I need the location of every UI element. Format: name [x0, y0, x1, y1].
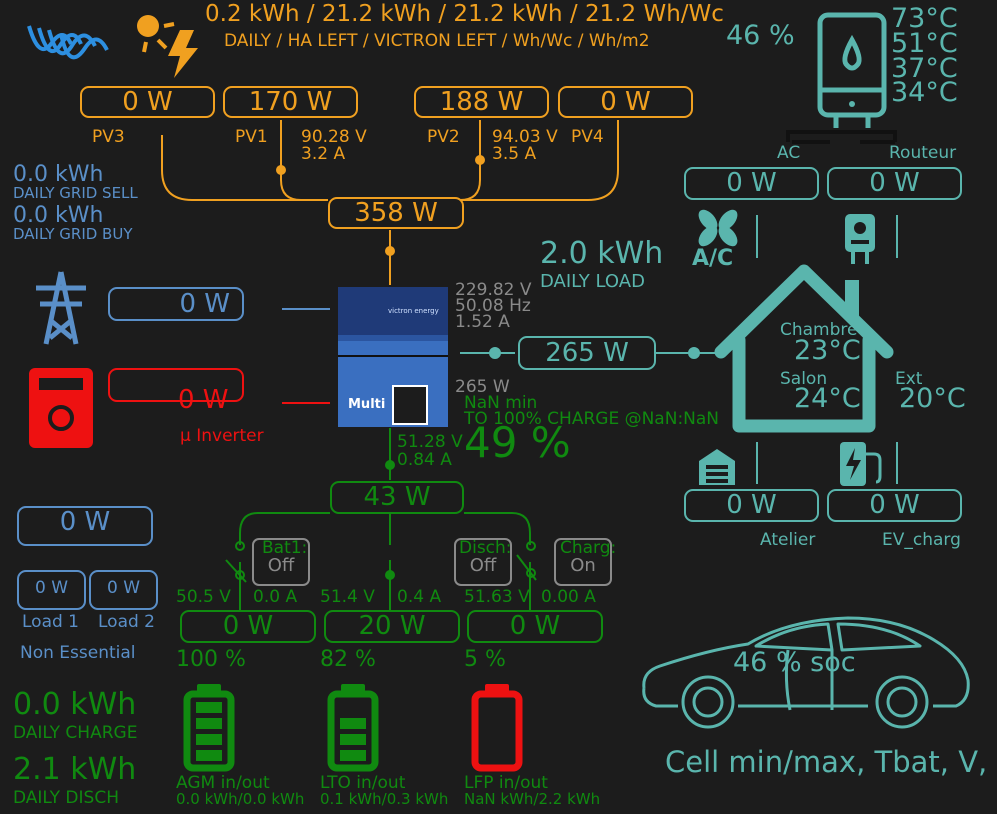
- micro-inverter-label: µ Inverter: [180, 426, 264, 446]
- multi-device-label: Multi: [348, 397, 386, 412]
- lfp-voltage: 51.63 V: [464, 587, 530, 607]
- routeur-power-box[interactable]: 0 W: [827, 167, 962, 200]
- multi-inverter-image[interactable]: victron energy Multi: [338, 287, 448, 427]
- daily-disch-label: DAILY DISCH: [13, 788, 119, 808]
- micro-inverter-icon: [29, 368, 93, 452]
- car-soc: 46 % soc: [733, 647, 856, 678]
- pv3-label: PV3: [92, 127, 125, 147]
- agm-soc: 100 %: [176, 647, 246, 672]
- disch-switch-button[interactable]: Off: [454, 538, 512, 586]
- lfp-energy: NaN kWh/2.2 kWh: [464, 790, 601, 808]
- charg-switch-button[interactable]: On: [554, 538, 612, 586]
- lto-battery-icon: [327, 684, 379, 776]
- lfp-power-box[interactable]: 0 W: [467, 610, 603, 643]
- lfp-soc: 5 %: [464, 647, 506, 672]
- pv2-current: 3.5 A: [492, 144, 537, 164]
- pv4-label: PV4: [571, 127, 604, 147]
- victron-logo: [25, 16, 111, 76]
- atelier-label: Atelier: [760, 530, 816, 550]
- atelier-power-box[interactable]: 0 W: [684, 489, 819, 522]
- grid-buy-label: DAILY GRID BUY: [13, 225, 133, 243]
- victron-logo-icon: [27, 25, 109, 60]
- victron-brand-label: victron energy: [388, 307, 439, 315]
- grid-sell-label: DAILY GRID SELL: [13, 184, 138, 202]
- load-power-box[interactable]: 265 W: [518, 336, 656, 370]
- inverter-ac-current: 1.52 A: [455, 312, 510, 332]
- ev-label: EV_charg: [882, 530, 961, 550]
- non-essential-label: Non Essential: [20, 643, 136, 663]
- pv2-power-box[interactable]: 188 W: [414, 86, 549, 118]
- grid-power-box[interactable]: 0 W: [108, 287, 244, 321]
- lto-energy: 0.1 kWh/0.3 kWh: [320, 790, 449, 808]
- power-pylon-icon: [32, 268, 90, 352]
- pv3-power-box[interactable]: 0 W: [80, 86, 215, 118]
- chambre-temp: 23°C: [794, 335, 861, 366]
- garage-icon: [697, 447, 737, 491]
- agm-energy: 0.0 kWh/0.0 kWh: [176, 790, 305, 808]
- agm-current: 0.0 A: [253, 587, 298, 607]
- load2-power-box[interactable]: 0 W: [89, 570, 158, 610]
- pv1-current: 3.2 A: [301, 144, 346, 164]
- pv1-power-box[interactable]: 170 W: [223, 86, 358, 118]
- water-heater-percent: 46 %: [726, 20, 795, 51]
- inverter-dc-voltage: 51.28 V: [397, 432, 463, 452]
- daily-load-value: 2.0 kWh: [540, 236, 664, 271]
- salon-temp: 24°C: [794, 383, 861, 414]
- load1-power-box[interactable]: 0 W: [17, 570, 86, 610]
- lto-voltage: 51.4 V: [320, 587, 375, 607]
- ev-power-box[interactable]: 0 W: [827, 489, 962, 522]
- lto-power-box[interactable]: 20 W: [324, 610, 460, 643]
- ac-power-box[interactable]: 0 W: [684, 167, 819, 200]
- water-temp-4: 34°C: [891, 77, 958, 108]
- daily-disch-value: 2.1 kWh: [13, 752, 137, 787]
- ac-label: AC: [777, 143, 801, 163]
- micro-inverter-power: 0 W: [178, 385, 229, 415]
- load2-label: Load 2: [98, 612, 156, 632]
- ev-charger-icon: [838, 440, 886, 492]
- battery-soc: 49 %: [464, 418, 571, 467]
- inverter-dc-current: 0.84 A: [397, 450, 452, 470]
- solar-summary-legend: DAILY / HA LEFT / VICTRON LEFT / Wh/Wc /…: [224, 31, 650, 51]
- water-heater-icon: [816, 12, 888, 134]
- daily-charge-value: 0.0 kWh: [13, 687, 137, 722]
- lfp-battery-icon: [471, 684, 523, 776]
- routeur-label: Routeur: [889, 143, 957, 163]
- pv4-power-box[interactable]: 0 W: [558, 86, 693, 118]
- pv2-label: PV2: [427, 127, 460, 147]
- non-essential-power-box[interactable]: 0 W: [17, 506, 153, 546]
- lto-current: 0.4 A: [397, 587, 442, 607]
- load1-label: Load 1: [22, 612, 80, 632]
- bat1-switch-button[interactable]: Off: [252, 538, 310, 586]
- solar-summary-values: 0.2 kWh / 21.2 kWh / 21.2 kWh / 21.2 Wh/…: [205, 1, 724, 27]
- ext-temp: 20°C: [899, 383, 966, 414]
- lto-soc: 82 %: [320, 647, 376, 672]
- agm-power-box[interactable]: 0 W: [180, 610, 316, 643]
- agm-battery-icon: [183, 684, 235, 776]
- car-cell-info: Cell min/max, Tbat, V, I: [665, 745, 997, 779]
- pv1-label: PV1: [235, 127, 268, 147]
- sun-lightning-icon: [132, 10, 204, 86]
- lfp-current: 0.00 A: [541, 587, 596, 607]
- solar-total-box[interactable]: 358 W: [328, 197, 464, 229]
- daily-load-label: DAILY LOAD: [540, 271, 645, 292]
- battery-power-box[interactable]: 43 W: [330, 481, 464, 514]
- daily-charge-label: DAILY CHARGE: [13, 723, 138, 743]
- agm-voltage: 50.5 V: [176, 587, 231, 607]
